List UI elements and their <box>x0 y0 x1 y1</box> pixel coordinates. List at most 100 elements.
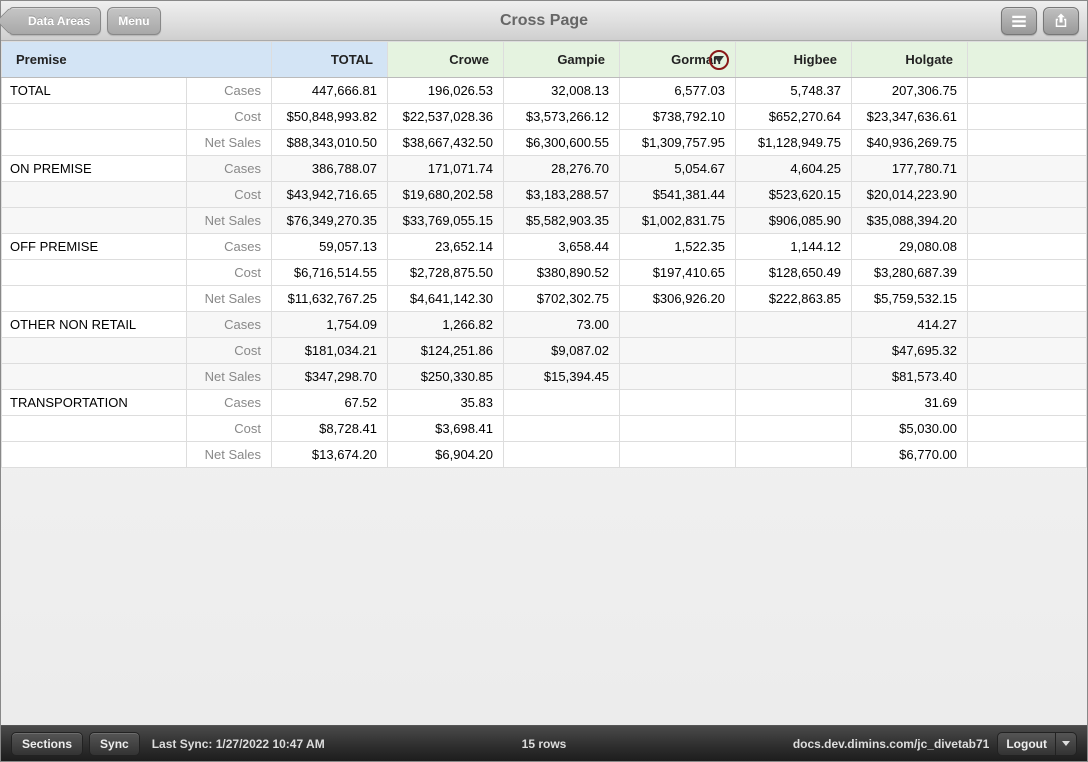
table-row: Cost$181,034.21$124,251.86$9,087.02$47,6… <box>2 338 1087 364</box>
value-cell: $738,792.10 <box>620 104 736 130</box>
metric-cell: Cost <box>187 182 272 208</box>
value-cell: 414.27 <box>852 312 968 338</box>
bottom-bar: Sections Sync Last Sync: 1/27/2022 10:47… <box>1 725 1087 761</box>
value-cell: $128,650.49 <box>736 260 852 286</box>
value-cell: $1,002,831.75 <box>620 208 736 234</box>
category-cell[interactable] <box>2 260 187 286</box>
category-cell[interactable]: OTHER NON RETAIL <box>2 312 187 338</box>
table-row: Net Sales$76,349,270.35$33,769,055.15$5,… <box>2 208 1087 234</box>
logout-dropdown[interactable] <box>1055 733 1076 755</box>
empty-cell <box>968 182 1087 208</box>
empty-cell <box>968 130 1087 156</box>
value-cell: 5,748.37 <box>736 78 852 104</box>
empty-cell <box>968 156 1087 182</box>
premise-header[interactable]: Premise <box>2 42 272 78</box>
value-cell: 31.69 <box>852 390 968 416</box>
total-cell: $76,349,270.35 <box>272 208 388 234</box>
category-cell[interactable]: TOTAL <box>2 78 187 104</box>
value-cell <box>504 390 620 416</box>
column-header-1[interactable]: Gampie <box>504 42 620 78</box>
server-label: docs.dev.dimins.com/jc_divetab71 <box>793 737 990 751</box>
empty-cell <box>968 234 1087 260</box>
logout-button-group: Logout <box>997 732 1077 756</box>
category-cell[interactable]: OFF PREMISE <box>2 234 187 260</box>
metric-cell: Cases <box>187 390 272 416</box>
category-cell[interactable] <box>2 286 187 312</box>
value-cell <box>504 416 620 442</box>
value-cell: $541,381.44 <box>620 182 736 208</box>
total-cell: 447,666.81 <box>272 78 388 104</box>
page-title: Cross Page <box>1 12 1087 30</box>
category-cell[interactable] <box>2 208 187 234</box>
header-row: Premise TOTAL Crowe Gampie Gorman Higbee… <box>2 42 1087 78</box>
hamburger-button[interactable] <box>1001 7 1037 35</box>
table-row: Cost$6,716,514.55$2,728,875.50$380,890.5… <box>2 260 1087 286</box>
category-cell[interactable] <box>2 364 187 390</box>
value-cell: 5,054.67 <box>620 156 736 182</box>
logout-button[interactable]: Logout <box>998 733 1055 755</box>
category-cell[interactable] <box>2 442 187 468</box>
total-cell: $8,728.41 <box>272 416 388 442</box>
metric-cell: Cost <box>187 260 272 286</box>
menu-button[interactable]: Menu <box>107 7 160 35</box>
empty-cell <box>968 78 1087 104</box>
value-cell: $3,280,687.39 <box>852 260 968 286</box>
sections-button[interactable]: Sections <box>11 732 83 756</box>
value-cell: 4,604.25 <box>736 156 852 182</box>
total-header[interactable]: TOTAL <box>272 42 388 78</box>
column-header-0[interactable]: Crowe <box>388 42 504 78</box>
value-cell: 23,652.14 <box>388 234 504 260</box>
metric-cell: Cases <box>187 312 272 338</box>
sync-button[interactable]: Sync <box>89 732 140 756</box>
value-cell: $33,769,055.15 <box>388 208 504 234</box>
value-cell: 73.00 <box>504 312 620 338</box>
value-cell: $6,300,600.55 <box>504 130 620 156</box>
value-cell: $38,667,432.50 <box>388 130 504 156</box>
total-cell: $43,942,716.65 <box>272 182 388 208</box>
table-row: TOTALCases447,666.81196,026.5332,008.136… <box>2 78 1087 104</box>
column-header-4[interactable]: Holgate <box>852 42 968 78</box>
value-cell <box>736 364 852 390</box>
hamburger-icon <box>1010 12 1028 30</box>
empty-cell <box>968 260 1087 286</box>
empty-cell <box>968 312 1087 338</box>
metric-cell: Net Sales <box>187 442 272 468</box>
category-cell[interactable] <box>2 416 187 442</box>
value-cell <box>620 416 736 442</box>
table-row: OTHER NON RETAILCases1,754.091,266.8273.… <box>2 312 1087 338</box>
total-cell: $88,343,010.50 <box>272 130 388 156</box>
value-cell: $5,030.00 <box>852 416 968 442</box>
top-toolbar: Data Areas Menu Cross Page <box>1 1 1087 41</box>
value-cell <box>736 312 852 338</box>
value-cell: $3,183,288.57 <box>504 182 620 208</box>
empty-cell <box>968 416 1087 442</box>
total-cell: $181,034.21 <box>272 338 388 364</box>
category-cell[interactable]: TRANSPORTATION <box>2 390 187 416</box>
value-cell: $6,770.00 <box>852 442 968 468</box>
back-button[interactable]: Data Areas <box>9 7 101 35</box>
total-cell: 67.52 <box>272 390 388 416</box>
column-header-2[interactable]: Gorman <box>620 42 736 78</box>
category-cell[interactable] <box>2 104 187 130</box>
value-cell: 207,306.75 <box>852 78 968 104</box>
value-cell: $40,936,269.75 <box>852 130 968 156</box>
category-cell[interactable]: ON PREMISE <box>2 156 187 182</box>
category-cell[interactable] <box>2 338 187 364</box>
value-cell: 171,071.74 <box>388 156 504 182</box>
value-cell: $6,904.20 <box>388 442 504 468</box>
column-header-3[interactable]: Higbee <box>736 42 852 78</box>
table-row: Net Sales$88,343,010.50$38,667,432.50$6,… <box>2 130 1087 156</box>
category-cell[interactable] <box>2 182 187 208</box>
metric-cell: Cost <box>187 104 272 130</box>
menu-button-label: Menu <box>118 14 149 28</box>
empty-cell <box>968 286 1087 312</box>
category-cell[interactable] <box>2 130 187 156</box>
value-cell: $35,088,394.20 <box>852 208 968 234</box>
value-cell <box>736 338 852 364</box>
empty-cell <box>968 442 1087 468</box>
table-row: Net Sales$347,298.70$250,330.85$15,394.4… <box>2 364 1087 390</box>
value-cell: 196,026.53 <box>388 78 504 104</box>
value-cell: $20,014,223.90 <box>852 182 968 208</box>
table-container[interactable]: Premise TOTAL Crowe Gampie Gorman Higbee… <box>1 41 1087 725</box>
share-button[interactable] <box>1043 7 1079 35</box>
